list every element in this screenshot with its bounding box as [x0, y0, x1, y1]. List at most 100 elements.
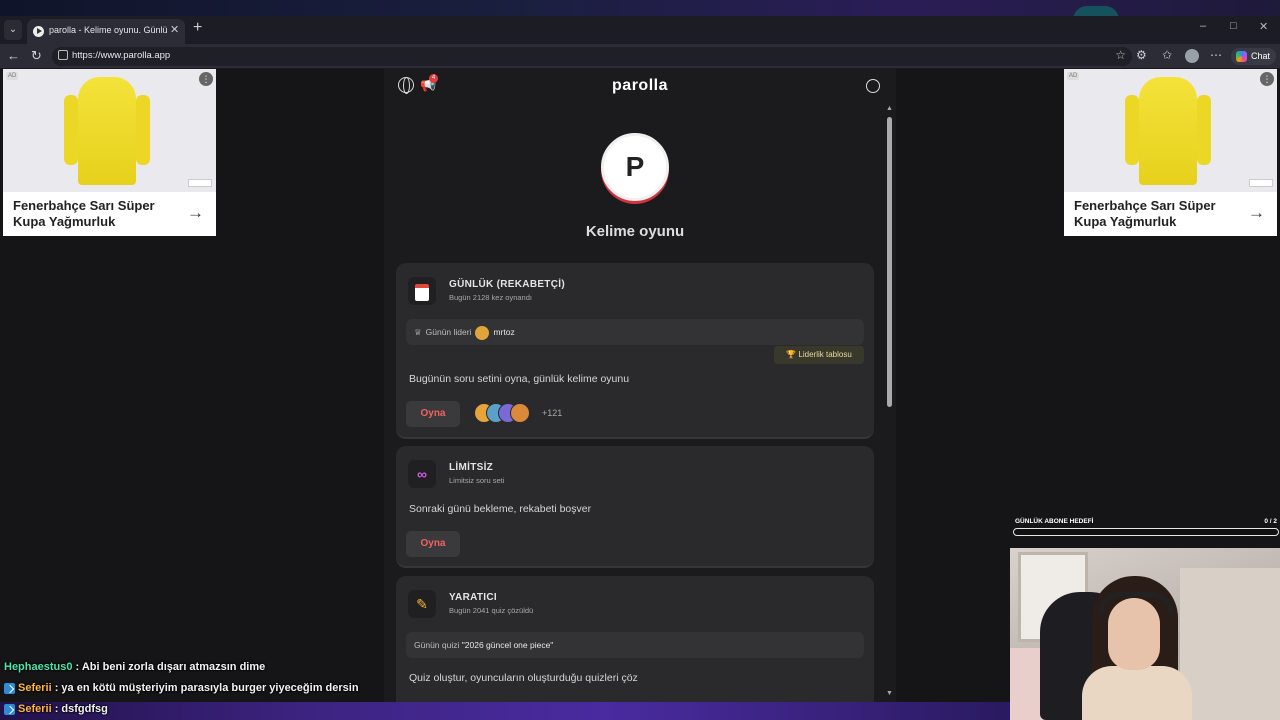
parolla-app: 📢 4 parolla ▲ ▼ P Kelime oyunu GÜNLÜK (R…: [384, 69, 896, 720]
chat-message: Seferii : dsfgdfsg: [4, 703, 108, 715]
ad-arrow-icon[interactable]: →: [1248, 203, 1265, 223]
scrollbar-thumb[interactable]: [887, 117, 892, 407]
infinity-icon: ∞: [408, 460, 436, 488]
url-text: https://www.parolla.app: [72, 50, 171, 61]
leader-name[interactable]: mrtoz: [493, 327, 514, 337]
sub-goal-label: GÜNLÜK ABONE HEDEFİ: [1015, 518, 1094, 525]
left-ad-card[interactable]: AD ⋮ Fenerbahçe Sarı Süper Kupa Yağmurlu…: [3, 69, 216, 236]
browser-tab-bar: ⌄ parolla - Kelime oyunu. Günlük ke ✕ + …: [0, 16, 1280, 44]
subscriber-badge-icon: [4, 682, 15, 694]
ad-image: [1064, 69, 1277, 192]
chat-separator: :: [51, 682, 62, 694]
calendar-icon: [408, 277, 436, 305]
chat-username: Seferii: [18, 703, 52, 715]
close-tab-icon[interactable]: ✕: [170, 23, 179, 36]
unlimited-play-button[interactable]: Oyna: [406, 531, 460, 557]
sub-goal-count: 0 / 2: [1264, 518, 1277, 525]
card-subtitle: Limitsiz soru seti: [449, 476, 505, 485]
raincoat-image: [64, 77, 150, 185]
browser-tab[interactable]: parolla - Kelime oyunu. Günlük ke ✕: [27, 19, 185, 44]
card-description: Sonraki günü bekleme, rekabeti boşver: [409, 503, 592, 515]
ad-badge: AD: [1067, 72, 1080, 80]
ad-title[interactable]: Fenerbahçe Sarı Süper Kupa Yağmurluk: [13, 198, 173, 230]
webcam-background: [1180, 568, 1280, 720]
daily-mode-card: GÜNLÜK (REKABETÇİ) Bugün 2128 kez oynand…: [396, 263, 874, 439]
card-subtitle: Bugün 2128 kez oynandı: [449, 293, 532, 302]
copilot-chat-button[interactable]: Chat: [1231, 48, 1277, 65]
daily-leader-bar: ♕ Günün lideri mrtoz: [406, 319, 864, 345]
user-profile-icon[interactable]: [866, 79, 880, 93]
right-ad-card[interactable]: AD ⋮ Fenerbahçe Sarı Süper Kupa Yağmurlu…: [1064, 69, 1277, 236]
player-avatar: [510, 403, 530, 423]
chat-username: Seferii: [18, 682, 52, 694]
chat-message: Seferii : ya en kötü müşteriyim parasıyl…: [4, 682, 359, 694]
trophy-icon: ♕: [414, 327, 422, 337]
parolla-favicon-icon: [33, 26, 44, 37]
card-title: GÜNLÜK (REKABETÇİ): [449, 279, 565, 290]
bookmark-star-icon[interactable]: ☆: [1115, 48, 1126, 62]
address-bar: ← ↻ https://www.parolla.app ☆ ⚙ ✩ ⋯ Chat: [0, 44, 1280, 69]
headset-icon: [1098, 592, 1174, 614]
url-field[interactable]: https://www.parolla.app ☆: [52, 47, 1132, 66]
pencil-icon: ✎: [408, 590, 436, 618]
brand-tag: [188, 179, 212, 187]
webcam-feed: [1010, 548, 1280, 720]
quiz-of-day-bar[interactable]: Günün quizi "2026 güncel one piece": [406, 632, 864, 658]
card-subtitle: Bugün 2041 quiz çözüldü: [449, 606, 534, 615]
quiz-of-day-name: "2026 güncel one piece": [461, 640, 554, 650]
left-ad-column: AD ⋮ Fenerbahçe Sarı Süper Kupa Yağmurlu…: [0, 69, 216, 720]
page-title: Kelime oyunu: [585, 223, 685, 240]
sub-goal-widget: GÜNLÜK ABONE HEDEFİ 0 / 2: [1013, 517, 1279, 539]
leaderboard-button[interactable]: 🏆 Liderlik tablosu: [774, 346, 864, 364]
scroll-up-icon[interactable]: ▲: [886, 105, 893, 112]
window-close-icon[interactable]: ✕: [1259, 20, 1268, 33]
new-tab-button[interactable]: +: [193, 19, 202, 37]
chat-text: Abi beni zorla dışarı atmazsın dime: [81, 661, 266, 673]
more-menu-icon[interactable]: ⋯: [1210, 48, 1222, 62]
chat-username: Hephaestus0: [4, 661, 73, 673]
players-more-count: +121: [542, 408, 563, 418]
scroll-down-icon[interactable]: ▼: [886, 690, 893, 697]
subscriber-badge-icon: [4, 703, 15, 715]
extensions-icon[interactable]: ⚙: [1136, 48, 1147, 62]
leader-avatar: [475, 325, 490, 340]
chat-separator: :: [51, 703, 62, 715]
raincoat-image: [1125, 77, 1211, 185]
chat-separator: :: [72, 661, 82, 673]
tab-list-button[interactable]: ⌄: [4, 20, 22, 40]
chat-message: Hephaestus0 : Abi beni zorla dışarı atma…: [4, 661, 265, 673]
app-logo[interactable]: parolla: [384, 77, 896, 95]
card-title: LİMİTSİZ: [449, 462, 494, 473]
profile-avatar[interactable]: [1185, 49, 1199, 63]
site-info-icon[interactable]: [58, 50, 68, 60]
creator-mode-card: ✎ YARATICI Bugün 2041 quiz çözüldü Günün…: [396, 576, 874, 716]
ad-arrow-icon[interactable]: →: [187, 203, 204, 223]
ad-more-options-icon[interactable]: ⋮: [1260, 72, 1274, 86]
daily-play-button[interactable]: Oyna: [406, 401, 460, 427]
ad-more-options-icon[interactable]: ⋮: [199, 72, 213, 86]
quiz-of-day-label: Günün quizi: [414, 640, 460, 650]
stream-top-bar: [0, 0, 1280, 20]
card-description: Bugünün soru setini oyna, günlük kelime …: [409, 373, 630, 385]
stream-bottom-bar: [0, 702, 1010, 720]
brand-tag: [1249, 179, 1273, 187]
user-avatar[interactable]: P: [601, 133, 669, 201]
app-header: 📢 4 parolla: [384, 69, 896, 105]
chat-text: dsfgdfsg: [61, 703, 108, 715]
minimize-icon[interactable]: –: [1200, 20, 1206, 32]
favorites-icon[interactable]: ✩: [1162, 48, 1172, 62]
ad-image: [3, 69, 216, 192]
leader-label: Günün lideri: [425, 327, 472, 337]
maximize-icon[interactable]: □: [1230, 20, 1237, 32]
chat-text: ya en kötü müşteriyim parasıyla burger y…: [61, 682, 359, 694]
card-description: Quiz oluştur, oyuncuların oluşturduğu qu…: [409, 672, 638, 684]
back-arrow-icon[interactable]: ←: [7, 48, 20, 63]
tab-title: parolla - Kelime oyunu. Günlük ke: [49, 25, 167, 35]
ad-title[interactable]: Fenerbahçe Sarı Süper Kupa Yağmurluk: [1074, 198, 1234, 230]
reload-icon[interactable]: ↻: [31, 48, 42, 64]
unlimited-mode-card: ∞ LİMİTSİZ Limitsiz soru seti Sonraki gü…: [396, 446, 874, 568]
sub-goal-progress-bar: [1013, 528, 1279, 536]
card-title: YARATICI: [449, 592, 497, 603]
webcam-streamer-body: [1082, 666, 1192, 720]
scrollbar[interactable]: ▲ ▼: [886, 105, 894, 700]
